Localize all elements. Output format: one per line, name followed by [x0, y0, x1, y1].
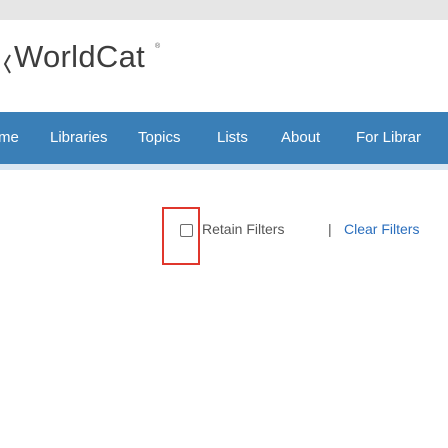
trademark-symbol: ®	[155, 43, 161, 50]
search-content	[0, 170, 448, 448]
worldcat-logo-icon	[3, 54, 11, 74]
nav-item-about[interactable]: About	[281, 112, 320, 164]
nav-item-libraries[interactable]: Libraries	[50, 112, 108, 164]
nav-item-topics[interactable]: Topics	[138, 112, 181, 164]
main-nav: me Libraries Topics Lists About For Libr…	[0, 112, 448, 164]
worldcat-logo-text[interactable]: WorldCat	[14, 41, 145, 72]
filter-separator: |	[328, 221, 332, 237]
nav-item-home[interactable]: me	[0, 112, 19, 164]
retain-filters-label[interactable]: Retain Filters	[202, 221, 284, 237]
nav-item-for-librarians[interactable]: For Librar	[356, 112, 421, 164]
nav-item-lists[interactable]: Lists	[217, 112, 248, 164]
browser-top-bar	[0, 0, 448, 22]
retain-filters-checkbox[interactable]	[180, 224, 193, 237]
clear-filters-link[interactable]: Clear Filters	[344, 221, 419, 237]
